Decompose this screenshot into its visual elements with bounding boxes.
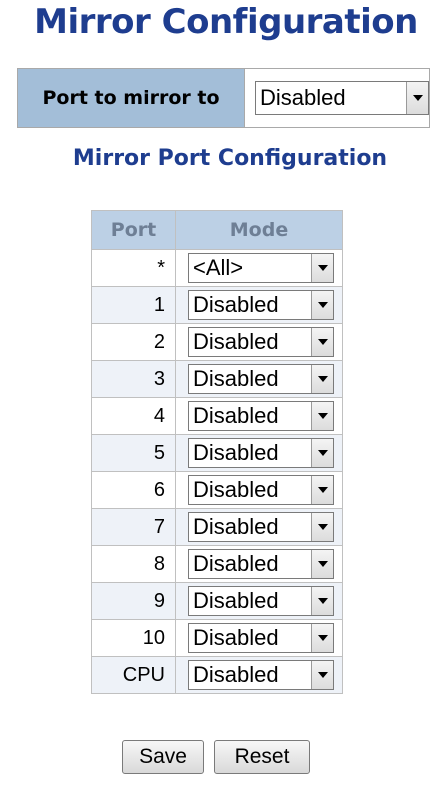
dropdown-arrow-button[interactable] — [311, 550, 333, 578]
dropdown-arrow-button[interactable] — [311, 328, 333, 356]
chevron-down-icon — [317, 302, 328, 308]
mode-select[interactable]: Disabled — [188, 364, 334, 394]
dropdown-arrow-button[interactable] — [311, 624, 333, 652]
mode-select[interactable]: Disabled — [188, 290, 334, 320]
save-button[interactable]: Save — [122, 740, 204, 774]
mode-select[interactable]: Disabled — [188, 401, 334, 431]
mode-value: Disabled — [193, 366, 279, 391]
table-row: 7 Disabled — [91, 508, 343, 546]
table-row: 1 Disabled — [91, 286, 343, 324]
dropdown-arrow-button[interactable] — [311, 439, 333, 467]
mode-select[interactable]: Disabled — [188, 438, 334, 468]
mode-value: Disabled — [193, 588, 279, 613]
mode-select[interactable]: Disabled — [188, 512, 334, 542]
port-cell: 9 — [91, 582, 176, 620]
mode-value: Disabled — [193, 514, 279, 539]
dropdown-arrow-button[interactable] — [311, 513, 333, 541]
table-row: 8 Disabled — [91, 545, 343, 583]
table-row: * <All> — [91, 249, 343, 287]
dropdown-arrow-button[interactable] — [311, 587, 333, 615]
mode-select[interactable]: Disabled — [188, 586, 334, 616]
chevron-down-icon — [317, 265, 328, 271]
port-to-mirror-cell: Disabled — [245, 69, 429, 127]
port-cell: 6 — [91, 471, 176, 509]
table-row: 4 Disabled — [91, 397, 343, 435]
mode-select[interactable]: Disabled — [188, 549, 334, 579]
mode-value: <All> — [193, 255, 244, 280]
table-row: CPU Disabled — [91, 656, 343, 694]
table-row: 6 Disabled — [91, 471, 343, 509]
chevron-down-icon — [317, 524, 328, 530]
port-cell: 8 — [91, 545, 176, 583]
section-title: Mirror Port Configuration — [72, 146, 388, 171]
dropdown-arrow-button[interactable] — [311, 291, 333, 319]
port-cell: 2 — [91, 323, 176, 361]
chevron-down-icon — [317, 376, 328, 382]
chevron-down-icon — [317, 413, 328, 419]
mode-value: Disabled — [193, 292, 279, 317]
port-to-mirror-row: Port to mirror to Disabled — [17, 68, 430, 128]
mode-select[interactable]: Disabled — [188, 475, 334, 505]
mode-value: Disabled — [193, 477, 279, 502]
mode-value: Disabled — [193, 440, 279, 465]
table-row: 9 Disabled — [91, 582, 343, 620]
chevron-down-icon — [317, 561, 328, 567]
chevron-down-icon — [317, 487, 328, 493]
dropdown-arrow-button[interactable] — [311, 402, 333, 430]
mode-select[interactable]: Disabled — [188, 327, 334, 357]
port-cell: 1 — [91, 286, 176, 324]
table-row: 2 Disabled — [91, 323, 343, 361]
chevron-down-icon — [317, 339, 328, 345]
port-cell: * — [91, 249, 176, 287]
dropdown-arrow-button[interactable] — [406, 82, 428, 114]
form-buttons: Save Reset — [0, 740, 432, 774]
mode-select[interactable]: <All> — [188, 253, 334, 283]
chevron-down-icon — [317, 635, 328, 641]
table-row: 10 Disabled — [91, 619, 343, 657]
reset-button[interactable]: Reset — [214, 740, 310, 774]
port-to-mirror-select[interactable]: Disabled — [255, 81, 429, 115]
mode-column-header: Mode — [175, 210, 343, 250]
port-column-header: Port — [91, 210, 176, 250]
dropdown-arrow-button[interactable] — [311, 661, 333, 689]
mode-value: Disabled — [193, 662, 279, 687]
chevron-down-icon — [412, 95, 423, 101]
chevron-down-icon — [317, 450, 328, 456]
mode-value: Disabled — [193, 551, 279, 576]
port-cell: 4 — [91, 397, 176, 435]
mode-select[interactable]: Disabled — [188, 660, 334, 690]
mirror-port-table: Port Mode * <All> 1 Disabled 2 Disabled … — [91, 210, 343, 694]
mode-select[interactable]: Disabled — [188, 623, 334, 653]
port-to-mirror-label: Port to mirror to — [18, 69, 245, 127]
mode-value: Disabled — [193, 403, 279, 428]
port-cell: 10 — [91, 619, 176, 657]
port-to-mirror-value: Disabled — [260, 85, 346, 110]
port-cell: 3 — [91, 360, 176, 398]
chevron-down-icon — [317, 598, 328, 604]
dropdown-arrow-button[interactable] — [311, 476, 333, 504]
table-row: 5 Disabled — [91, 434, 343, 472]
port-cell: 7 — [91, 508, 176, 546]
table-row: 3 Disabled — [91, 360, 343, 398]
chevron-down-icon — [317, 672, 328, 678]
port-cell: CPU — [91, 656, 176, 694]
dropdown-arrow-button[interactable] — [311, 365, 333, 393]
dropdown-arrow-button[interactable] — [311, 254, 333, 282]
mode-value: Disabled — [193, 625, 279, 650]
port-cell: 5 — [91, 434, 176, 472]
mode-value: Disabled — [193, 329, 279, 354]
page-title: Mirror Configuration — [34, 2, 418, 42]
